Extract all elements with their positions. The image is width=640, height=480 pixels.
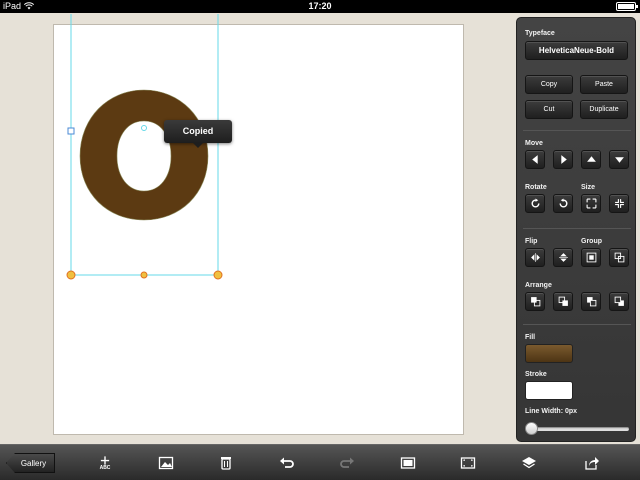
handle-corner-bottom-right[interactable] — [213, 270, 223, 280]
move-up-button[interactable] — [581, 150, 601, 169]
send-backward-icon — [586, 297, 596, 307]
size-decrease-button[interactable] — [609, 194, 629, 213]
expand-icon — [586, 198, 596, 209]
handle-mid-left[interactable] — [67, 127, 75, 135]
line-width-label: Line Width: 0px — [525, 408, 578, 415]
fill-color-swatch[interactable] — [525, 344, 573, 363]
rotate-clockwise-button[interactable] — [525, 194, 545, 213]
workspace[interactable]: Copied — [0, 13, 516, 445]
canvas-layer — [66, 14, 223, 280]
line-width-slider[interactable] — [529, 427, 629, 431]
flip-horizontal-button[interactable] — [525, 248, 545, 267]
divider — [523, 228, 631, 229]
ungroup-button[interactable] — [609, 248, 629, 267]
typeface-label: Typeface — [525, 30, 555, 37]
move-right-button[interactable] — [553, 150, 573, 169]
rotate-cw-icon — [531, 198, 540, 208]
add-text-button[interactable]: ABC — [95, 453, 115, 473]
delete-button[interactable] — [216, 453, 236, 473]
add-image-button[interactable] — [156, 453, 176, 473]
group-icon — [586, 252, 596, 263]
glyph-shape[interactable] — [79, 89, 209, 221]
arrow-down-icon — [614, 157, 624, 163]
artboard-icon — [400, 457, 416, 469]
arrange-label: Arrange — [525, 282, 552, 289]
size-label: Size — [581, 184, 596, 191]
fill-label: Fill — [525, 334, 536, 341]
send-back-icon — [614, 296, 624, 306]
trash-icon — [221, 457, 231, 470]
layers-button[interactable] — [519, 453, 539, 473]
fit-to-screen-button[interactable] — [458, 453, 478, 473]
undo-icon — [280, 457, 294, 468]
artboard-button[interactable] — [398, 453, 418, 473]
line-width-slider-knob[interactable] — [525, 422, 538, 435]
fit-icon — [460, 457, 476, 469]
battery-icon — [616, 2, 638, 11]
handle-corner-bottom-left[interactable] — [66, 270, 76, 280]
add-text-caption: ABC — [99, 465, 111, 471]
inspector-panel: Typeface HelveticaNeue-Bold Copy Paste C… — [516, 17, 636, 442]
stroke-color-swatch[interactable] — [525, 381, 573, 400]
arrow-right-icon — [560, 155, 567, 164]
handle-bottom-center[interactable] — [140, 271, 148, 279]
move-left-button[interactable] — [525, 150, 545, 169]
ungroup-icon — [614, 252, 624, 263]
cut-button[interactable]: Cut — [525, 100, 573, 119]
rotate-ccw-icon — [558, 198, 567, 208]
divider — [523, 130, 631, 131]
paste-button[interactable]: Paste — [580, 75, 628, 94]
copy-button[interactable]: Copy — [525, 75, 573, 94]
bottom-toolbar: Gallery ABC — [0, 444, 640, 480]
undo-button[interactable] — [277, 453, 297, 473]
redo-icon — [340, 457, 354, 468]
gallery-button[interactable]: Gallery — [6, 453, 55, 473]
duplicate-button[interactable]: Duplicate — [580, 100, 628, 119]
group-button[interactable] — [581, 248, 601, 267]
copied-tooltip: Copied — [164, 120, 232, 148]
move-label: Move — [525, 140, 543, 147]
size-increase-button[interactable] — [581, 194, 601, 213]
flip-label: Flip — [525, 238, 538, 245]
drawing-canvas[interactable]: Copied — [53, 14, 464, 435]
share-button[interactable] — [582, 453, 602, 473]
image-icon — [158, 456, 174, 470]
rotation-center-handle[interactable] — [141, 125, 147, 131]
divider — [523, 324, 631, 325]
clock: 17:20 — [308, 1, 332, 11]
flip-vertical-button[interactable] — [553, 248, 573, 267]
rotate-counterclockwise-button[interactable] — [553, 194, 573, 213]
redo-button[interactable] — [337, 453, 357, 473]
bring-forward-button[interactable] — [553, 292, 573, 311]
send-backward-button[interactable] — [581, 292, 601, 311]
flip-horizontal-icon — [530, 253, 540, 262]
shrink-icon — [614, 199, 624, 208]
status-bar: iPad 17:20 — [0, 0, 640, 13]
layers-icon — [522, 457, 536, 469]
group-label: Group — [581, 238, 602, 245]
rotate-label: Rotate — [525, 184, 547, 191]
move-down-button[interactable] — [609, 150, 629, 169]
bring-front-icon — [530, 297, 540, 307]
arrow-left-icon — [531, 155, 538, 164]
bring-to-front-button[interactable] — [525, 292, 545, 311]
arrow-up-icon — [586, 156, 596, 162]
share-icon — [585, 457, 599, 470]
stroke-label: Stroke — [525, 371, 547, 378]
send-to-back-button[interactable] — [609, 292, 629, 311]
flip-vertical-icon — [558, 253, 568, 262]
typeface-button[interactable]: HelveticaNeue-Bold — [525, 41, 628, 60]
bring-forward-icon — [558, 296, 568, 306]
